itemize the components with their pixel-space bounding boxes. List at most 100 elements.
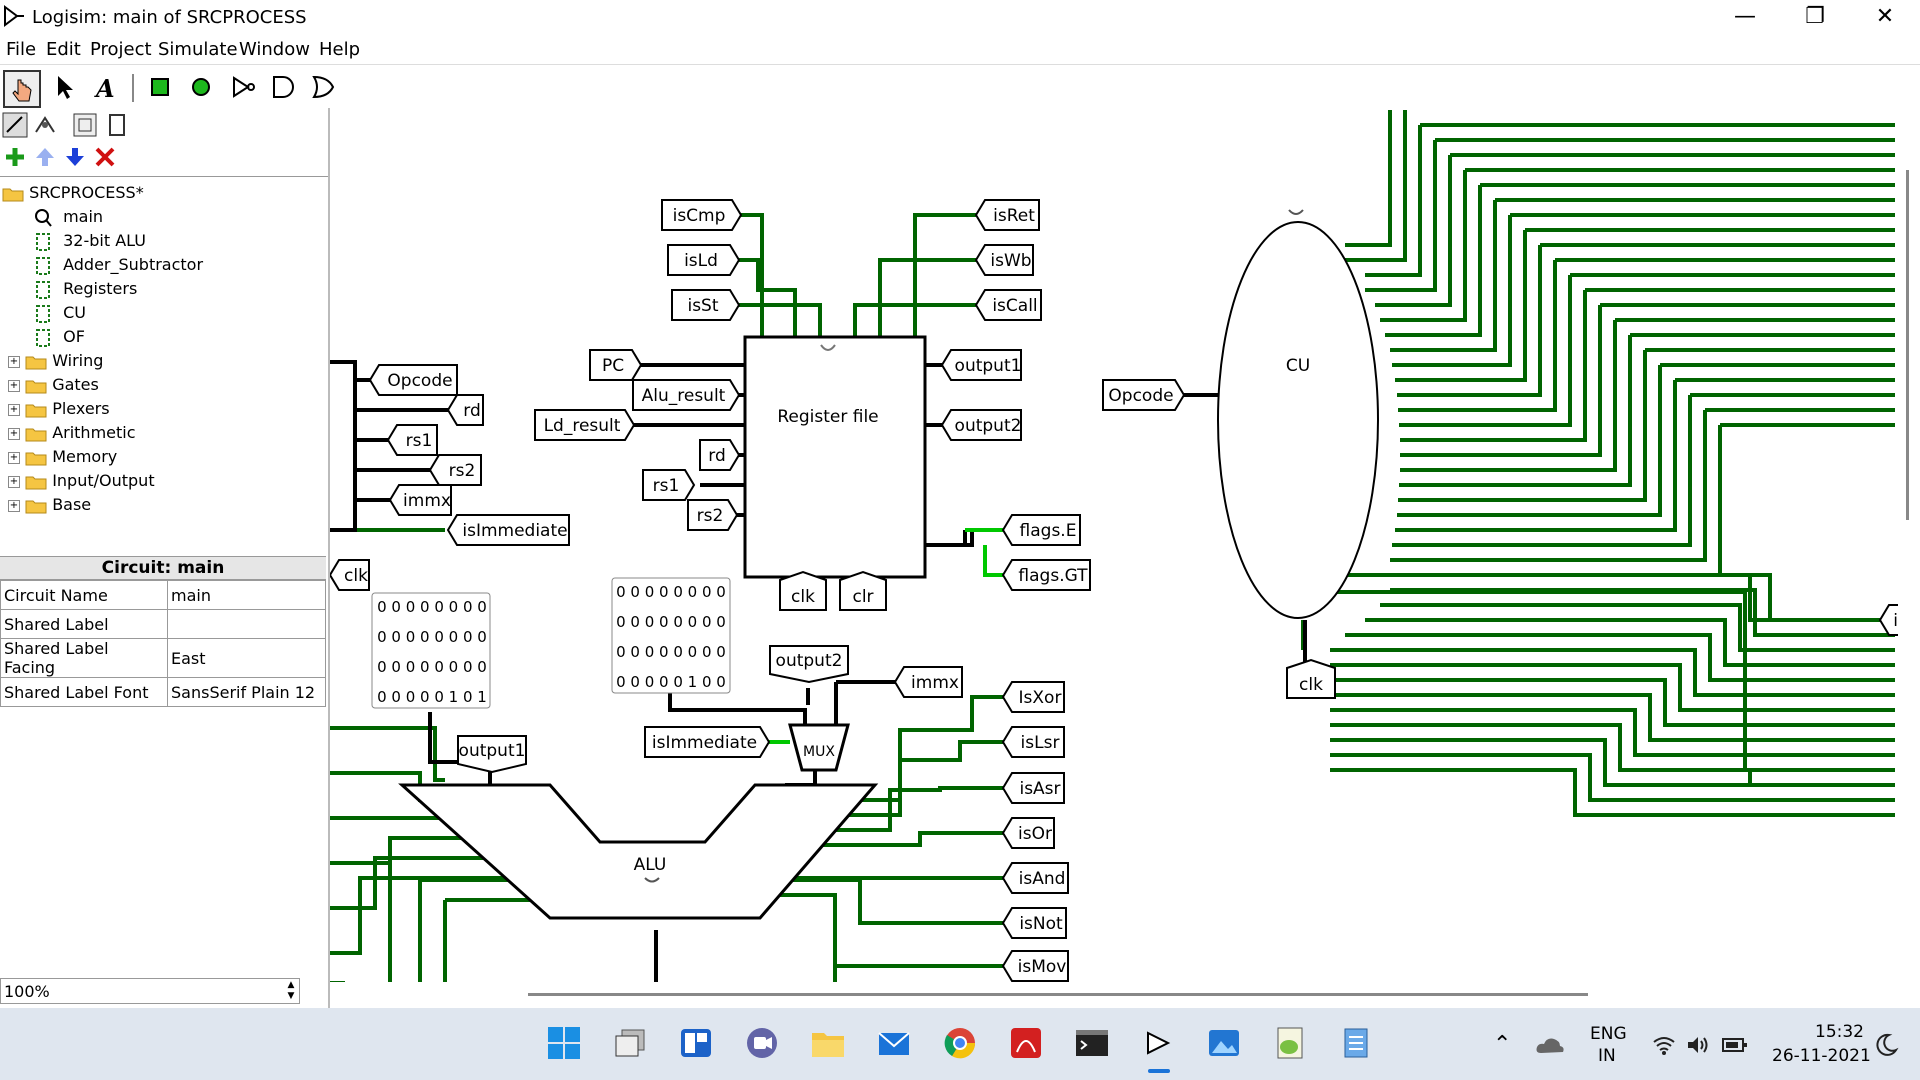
- tunnel-label: output1: [955, 356, 1022, 376]
- folder-icon: [25, 500, 47, 513]
- menu-window[interactable]: Window: [239, 39, 310, 60]
- tree-item-of[interactable]: OF: [34, 325, 85, 349]
- task-view-icon[interactable]: [612, 1025, 648, 1061]
- tree-lib-arithmetic[interactable]: + Arithmetic: [8, 421, 136, 445]
- volume-icon[interactable]: [1686, 1034, 1710, 1056]
- expand-icon[interactable]: +: [8, 379, 20, 392]
- tunnel-label: Opcode: [1108, 386, 1173, 406]
- vertical-scroll-thumb[interactable]: [1906, 170, 1909, 520]
- horizontal-scrollbar[interactable]: [330, 982, 1920, 1000]
- teams-chat-icon[interactable]: [744, 1025, 780, 1061]
- region-code[interactable]: IN: [1598, 1046, 1616, 1066]
- expand-icon[interactable]: +: [8, 499, 20, 512]
- register-file-block[interactable]: [743, 335, 927, 579]
- tree-lib-memory[interactable]: + Memory: [8, 445, 117, 469]
- text-tool-icon[interactable]: A: [88, 70, 122, 104]
- output-pin-icon[interactable]: [184, 70, 218, 104]
- battery-icon[interactable]: [1722, 1036, 1748, 1054]
- property-value[interactable]: [167, 609, 326, 639]
- tree-root[interactable]: SRCPROCESS*: [2, 181, 144, 205]
- chrome-icon[interactable]: [942, 1025, 978, 1061]
- property-value[interactable]: SansSerif Plain 12: [167, 677, 326, 707]
- tree-lib-gates[interactable]: + Gates: [8, 373, 99, 397]
- property-row[interactable]: Circuit Name main: [0, 580, 326, 610]
- folder-icon: [25, 452, 47, 465]
- mail-icon[interactable]: [876, 1025, 912, 1061]
- property-value[interactable]: main: [167, 580, 326, 610]
- or-gate-icon[interactable]: [306, 70, 340, 104]
- wifi-icon[interactable]: [1652, 1034, 1676, 1056]
- simulation-tree-icon[interactable]: [32, 112, 58, 138]
- logisim-taskbar-icon[interactable]: [1140, 1025, 1176, 1061]
- move-down-icon[interactable]: [64, 146, 86, 168]
- widgets-icon[interactable]: [678, 1025, 714, 1061]
- tunnel-label: rd: [463, 401, 480, 421]
- and-gate-icon[interactable]: [266, 70, 300, 104]
- menu-edit[interactable]: Edit: [46, 39, 81, 60]
- not-gate-icon[interactable]: [226, 70, 260, 104]
- delete-circuit-icon[interactable]: [94, 146, 116, 168]
- constant-block-2[interactable]: 0 0 0 0 0 0 0 0 0 0 0 0 0 0 0 0 0 0 0 0 …: [611, 577, 731, 694]
- properties-panel: Circuit: main Circuit Name main Shared La…: [0, 556, 326, 707]
- notepad-icon[interactable]: [1338, 1025, 1374, 1061]
- tree-lib-label: Input/Output: [52, 471, 155, 490]
- circuit-diagram[interactable]: Register file CU ALU MUX 0 0 0 0 0 0 0 0…: [330, 110, 1898, 982]
- poke-tool-icon[interactable]: [3, 70, 41, 108]
- edit-appearance-icon[interactable]: [104, 112, 130, 138]
- property-row[interactable]: Shared Label Font SansSerif Plain 12: [0, 677, 326, 707]
- zoom-field[interactable]: 100%: [0, 978, 300, 1004]
- acrobat-icon[interactable]: [1008, 1025, 1044, 1061]
- vertical-scrollbar[interactable]: [1898, 110, 1920, 982]
- notepad-plus-icon[interactable]: [1272, 1025, 1308, 1061]
- select-tool-icon[interactable]: [48, 70, 82, 104]
- terminal-icon[interactable]: [1074, 1025, 1110, 1061]
- property-row[interactable]: Shared Label Facing East: [0, 638, 326, 678]
- menu-help[interactable]: Help: [319, 39, 360, 60]
- tree-lib-input-output[interactable]: + Input/Output: [8, 469, 155, 493]
- property-value[interactable]: East: [167, 638, 326, 678]
- photos-icon[interactable]: [1206, 1025, 1242, 1061]
- tree-item-main[interactable]: main: [34, 205, 103, 229]
- tree-lib-wiring[interactable]: + Wiring: [8, 349, 103, 373]
- tray-overflow-icon[interactable]: ⌃: [1493, 1032, 1511, 1057]
- expand-icon[interactable]: +: [8, 427, 20, 440]
- cu-block[interactable]: [1217, 221, 1379, 619]
- tree-item-registers[interactable]: Registers: [34, 277, 137, 301]
- zoom-spinner[interactable]: ▲ ▼: [282, 980, 300, 1002]
- menu-simulate[interactable]: Simulate: [158, 39, 238, 60]
- tree-item-cu[interactable]: CU: [34, 301, 86, 325]
- tree-lib-plexers[interactable]: + Plexers: [8, 397, 110, 421]
- menu-project[interactable]: Project: [90, 39, 152, 60]
- tree-lib-base[interactable]: + Base: [8, 493, 91, 517]
- property-row[interactable]: Shared Label: [0, 609, 326, 639]
- horizontal-scroll-thumb[interactable]: [528, 993, 1588, 996]
- notification-moon-icon[interactable]: [1873, 1032, 1899, 1058]
- edit-layout-icon[interactable]: [72, 112, 98, 138]
- tunnel-label: isRet: [993, 206, 1035, 226]
- minimize-button[interactable]: —: [1710, 0, 1780, 36]
- tunnel-label: Alu_result: [642, 386, 726, 406]
- circuit-canvas[interactable]: Register file CU ALU MUX 0 0 0 0 0 0 0 0…: [330, 110, 1898, 982]
- toolbar-divider: [132, 74, 134, 102]
- restore-button[interactable]: ❐: [1780, 0, 1850, 36]
- expand-icon[interactable]: +: [8, 355, 20, 368]
- input-pin-icon[interactable]: [143, 70, 177, 104]
- expand-icon[interactable]: +: [8, 403, 20, 416]
- expand-icon[interactable]: +: [8, 451, 20, 464]
- constant-block-1[interactable]: 0 0 0 0 0 0 0 0 0 0 0 0 0 0 0 0 0 0 0 0 …: [371, 592, 491, 709]
- expand-icon[interactable]: +: [8, 475, 20, 488]
- windows-start-icon[interactable]: [546, 1025, 582, 1061]
- clock-date[interactable]: 26-11-2021: [1772, 1046, 1871, 1066]
- move-up-icon[interactable]: [34, 146, 56, 168]
- close-button[interactable]: ✕: [1850, 0, 1920, 36]
- properties-table: Circuit Name main Shared Label Shared Lab…: [0, 580, 326, 707]
- file-explorer-icon[interactable]: [810, 1025, 846, 1061]
- tree-item-32bit-alu[interactable]: 32-bit ALU: [34, 229, 146, 253]
- add-circuit-icon[interactable]: [4, 146, 26, 168]
- clock-time[interactable]: 15:32: [1815, 1022, 1864, 1042]
- onedrive-icon[interactable]: [1535, 1035, 1565, 1055]
- language-code[interactable]: ENG: [1590, 1024, 1627, 1044]
- menu-file[interactable]: File: [6, 39, 36, 60]
- explorer-toolbox-icon[interactable]: [2, 112, 28, 138]
- tree-item-adder-subtractor[interactable]: Adder_Subtractor: [34, 253, 203, 277]
